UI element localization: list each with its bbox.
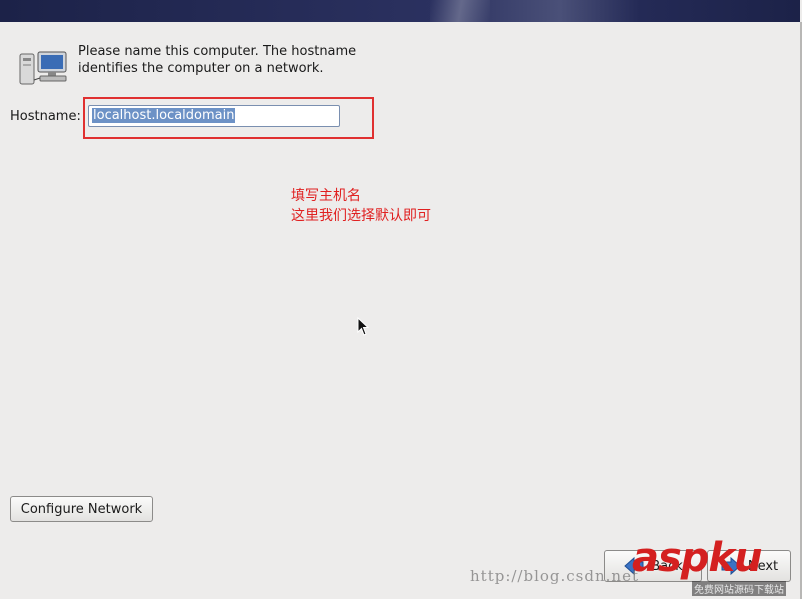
- computer-network-icon: [19, 51, 67, 85]
- annotation-line-1: 填写主机名: [291, 188, 361, 204]
- mouse-cursor-icon: [357, 317, 369, 336]
- aspku-logo-subtitle: 免费网站源码下载站: [692, 581, 786, 596]
- annotation-text: 填写主机名 这里我们选择默认即可: [291, 186, 431, 226]
- aspku-logo: aspku: [632, 535, 763, 581]
- hostname-description: Please name this computer. The hostname …: [78, 44, 357, 76]
- configure-network-button[interactable]: Configure Network: [10, 496, 153, 522]
- annotation-highlight-box: [83, 97, 374, 139]
- title-bar: [0, 0, 800, 22]
- blog-watermark: http://blog.csdn.net: [470, 567, 639, 585]
- title-bar-highlight: [430, 0, 490, 22]
- annotation-line-2: 这里我们选择默认即可: [291, 208, 431, 224]
- hostname-label: Hostname:: [10, 109, 81, 124]
